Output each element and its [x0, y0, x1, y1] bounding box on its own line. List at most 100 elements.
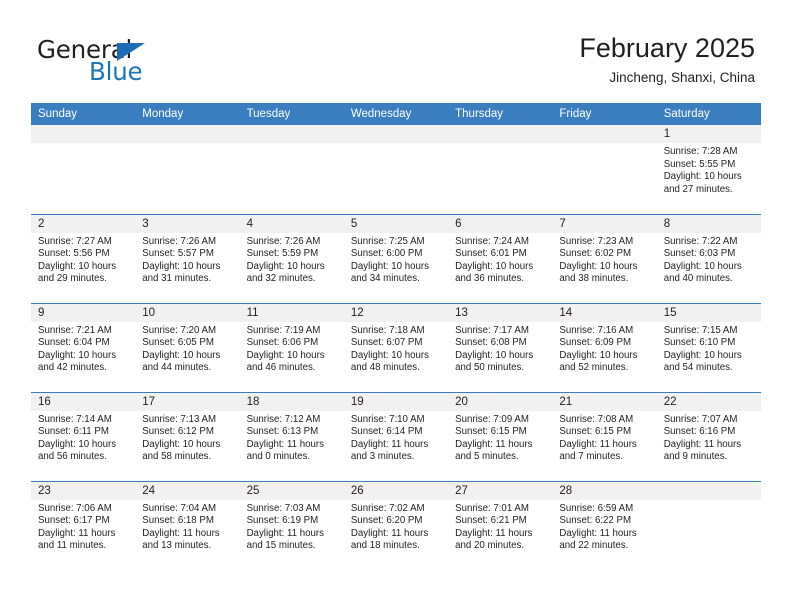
calendar-day-cell[interactable]: 19 Sunrise: 7:10 AM Sunset: 6:14 PM Dayligh…	[343, 391, 449, 481]
day-number: 9	[31, 303, 136, 322]
day-cell-inner: 18 Sunrise: 7:12 AM Sunset: 6:13 PM Dayligh…	[239, 392, 344, 481]
calendar-day-cell[interactable]: 5 Sunrise: 7:25 AM Sunset: 6:00 PM Daylight…	[343, 213, 449, 303]
daylight-duration: Daylight: 11 hours and 15 minutes.	[246, 527, 324, 552]
calendar-day-cell[interactable]: 22 Sunrise: 7:07 AM Sunset: 6:16 PM Dayligh…	[656, 391, 761, 481]
day-number: 10	[135, 303, 240, 322]
sunrise-time: Sunrise: 7:13 AM	[142, 413, 217, 425]
day-sun-info: Sunrise: 7:27 AM Sunset: 5:56 PM Daylight:…	[31, 233, 135, 286]
calendar-week-row: 9 Sunrise: 7:21 AM Sunset: 6:04 PM Daylight…	[31, 302, 761, 392]
day-number: 2	[31, 214, 136, 233]
calendar-day-cell[interactable]: 28 Sunrise: 6:59 AM Sunset: 6:22 PM Dayligh…	[552, 480, 657, 570]
day-cell-inner: 20 Sunrise: 7:09 AM Sunset: 6:15 PM Dayligh…	[448, 392, 553, 481]
calendar-day-cell[interactable]: 20 Sunrise: 7:09 AM Sunset: 6:15 PM Dayligh…	[448, 391, 553, 481]
calendar-day-cell[interactable]: 18 Sunrise: 7:12 AM Sunset: 6:13 PM Dayligh…	[239, 391, 344, 481]
day-sun-info: Sunrise: 7:28 AM Sunset: 5:55 PM Daylight:…	[657, 143, 761, 196]
calendar-day-cell[interactable]: 8 Sunrise: 7:22 AM Sunset: 6:03 PM Daylight…	[656, 213, 761, 303]
calendar-day-cell[interactable]: 13 Sunrise: 7:17 AM Sunset: 6:08 PM Dayligh…	[448, 302, 553, 392]
day-sun-info: Sunrise: 6:59 AM Sunset: 6:22 PM Daylight:…	[552, 500, 656, 553]
calendar-day-cell[interactable]: 15 Sunrise: 7:15 AM Sunset: 6:10 PM Dayligh…	[656, 302, 761, 392]
calendar-day-cell[interactable]: 14 Sunrise: 7:16 AM Sunset: 6:09 PM Dayligh…	[552, 302, 657, 392]
sunrise-time: Sunrise: 7:16 AM	[559, 324, 634, 336]
calendar-day-cell-empty	[448, 125, 553, 214]
calendar-day-cell[interactable]: 24 Sunrise: 7:04 AM Sunset: 6:18 PM Dayligh…	[135, 480, 240, 571]
daylight-duration: Daylight: 10 hours and 36 minutes.	[455, 260, 534, 285]
daylight-duration: Daylight: 10 hours and 52 minutes.	[559, 349, 638, 374]
day-cell-inner: 15 Sunrise: 7:15 AM Sunset: 6:10 PM Dayligh…	[656, 303, 761, 392]
daylight-duration: Daylight: 10 hours and 31 minutes.	[142, 260, 221, 285]
sunset-time: Sunset: 6:20 PM	[350, 515, 423, 527]
day-number: 17	[135, 392, 240, 411]
day-sun-info: Sunrise: 7:10 AM Sunset: 6:14 PM Daylight:…	[344, 411, 448, 464]
calendar-day-cell[interactable]: 25 Sunrise: 7:03 AM Sunset: 6:19 PM Dayligh…	[239, 480, 344, 571]
day-cell-inner	[448, 125, 553, 214]
calendar-day-cell[interactable]: 9 Sunrise: 7:21 AM Sunset: 6:04 PM Daylight…	[31, 302, 136, 392]
sunrise-time: Sunrise: 7:26 AM	[142, 235, 217, 247]
calendar-day-cell[interactable]: 7 Sunrise: 7:23 AM Sunset: 6:02 PM Daylight…	[552, 213, 657, 303]
day-cell-inner	[552, 125, 657, 214]
day-cell-inner: 24 Sunrise: 7:04 AM Sunset: 6:18 PM Dayligh…	[135, 481, 240, 571]
calendar-day-cell-empty	[135, 125, 240, 214]
day-sun-info: Sunrise: 7:14 AM Sunset: 6:11 PM Daylight:…	[31, 411, 135, 464]
calendar-day-cell[interactable]: 6 Sunrise: 7:24 AM Sunset: 6:01 PM Daylight…	[448, 213, 553, 303]
calendar-day-cell[interactable]: 21 Sunrise: 7:08 AM Sunset: 6:15 PM Dayligh…	[552, 391, 657, 481]
calendar-week-row: 16 Sunrise: 7:14 AM Sunset: 6:11 PM Dayligh…	[31, 391, 761, 481]
day-sun-info: Sunrise: 7:20 AM Sunset: 6:05 PM Daylight:…	[135, 322, 239, 375]
calendar-day-cell[interactable]: 23 Sunrise: 7:06 AM Sunset: 6:17 PM Dayligh…	[31, 480, 136, 570]
daylight-duration: Daylight: 11 hours and 20 minutes.	[455, 527, 533, 552]
day-cell-inner: 3 Sunrise: 7:26 AM Sunset: 5:57 PM Daylight…	[135, 214, 240, 303]
weekday-header-friday: Friday	[552, 103, 657, 125]
weekday-header-sunday: Sunday	[31, 103, 136, 125]
sunrise-time: Sunrise: 7:15 AM	[663, 324, 738, 336]
calendar-day-cell[interactable]: 12 Sunrise: 7:18 AM Sunset: 6:07 PM Dayligh…	[343, 302, 449, 392]
sunrise-time: Sunrise: 7:18 AM	[350, 324, 425, 336]
calendar-day-cell[interactable]: 3 Sunrise: 7:26 AM Sunset: 5:57 PM Daylight…	[135, 213, 240, 303]
day-cell-inner: 27 Sunrise: 7:01 AM Sunset: 6:21 PM Dayligh…	[448, 481, 553, 571]
calendar-day-cell[interactable]: 11 Sunrise: 7:19 AM Sunset: 6:06 PM Dayligh…	[239, 302, 344, 392]
day-sun-info: Sunrise: 7:06 AM Sunset: 6:17 PM Daylight:…	[31, 500, 135, 553]
calendar-week-row: 1 Sunrise: 7:28 AM Sunset: 5:55 PM Daylight…	[31, 125, 761, 214]
daylight-duration: Daylight: 10 hours and 54 minutes.	[663, 349, 742, 374]
sunset-time: Sunset: 6:14 PM	[350, 426, 423, 438]
day-sun-info: Sunrise: 7:26 AM Sunset: 5:59 PM Daylight:…	[240, 233, 344, 286]
calendar-day-cell[interactable]: 17 Sunrise: 7:13 AM Sunset: 6:12 PM Dayligh…	[135, 391, 240, 481]
day-sun-info: Sunrise: 7:12 AM Sunset: 6:13 PM Daylight:…	[240, 411, 344, 464]
calendar-day-cell[interactable]: 2 Sunrise: 7:27 AM Sunset: 5:56 PM Daylight…	[31, 213, 136, 303]
day-cell-inner: 14 Sunrise: 7:16 AM Sunset: 6:09 PM Dayligh…	[552, 303, 657, 392]
day-number: 11	[239, 303, 344, 322]
daylight-duration: Daylight: 11 hours and 11 minutes.	[38, 527, 116, 552]
calendar-day-cell[interactable]: 26 Sunrise: 7:02 AM Sunset: 6:20 PM Dayligh…	[343, 480, 449, 570]
sunset-time: Sunset: 6:18 PM	[142, 515, 214, 527]
day-sun-info: Sunrise: 7:16 AM Sunset: 6:09 PM Daylight:…	[552, 322, 656, 375]
daylight-duration: Daylight: 10 hours and 38 minutes.	[559, 260, 638, 285]
sunrise-time: Sunrise: 7:26 AM	[246, 235, 321, 247]
calendar-day-cell[interactable]: 16 Sunrise: 7:14 AM Sunset: 6:11 PM Dayligh…	[31, 391, 136, 481]
daylight-duration: Daylight: 11 hours and 9 minutes.	[663, 438, 742, 463]
day-number: 4	[239, 214, 344, 233]
sunset-time: Sunset: 6:05 PM	[142, 337, 214, 349]
calendar-day-cell[interactable]: 1 Sunrise: 7:28 AM Sunset: 5:55 PM Daylight…	[656, 125, 761, 214]
day-number: 15	[656, 303, 761, 322]
calendar-week-row: 23 Sunrise: 7:06 AM Sunset: 6:17 PM Dayligh…	[31, 480, 761, 571]
weekday-header-monday: Monday	[135, 103, 240, 125]
page-title: February 2025	[579, 33, 755, 63]
daylight-duration: Daylight: 11 hours and 7 minutes.	[559, 438, 637, 463]
day-cell-inner: 11 Sunrise: 7:19 AM Sunset: 6:06 PM Dayligh…	[239, 303, 344, 392]
sunset-time: Sunset: 6:06 PM	[246, 337, 319, 349]
calendar-day-cell[interactable]: 27 Sunrise: 7:01 AM Sunset: 6:21 PM Dayligh…	[448, 480, 553, 571]
day-number	[552, 125, 657, 143]
calendar-day-cell-empty	[31, 125, 136, 214]
day-cell-inner: 25 Sunrise: 7:03 AM Sunset: 6:19 PM Dayligh…	[239, 481, 344, 571]
sunset-time: Sunset: 6:03 PM	[663, 248, 736, 260]
sunrise-time: Sunrise: 7:22 AM	[663, 235, 738, 247]
daylight-duration: Daylight: 10 hours and 56 minutes.	[38, 438, 117, 463]
calendar-page: General Blue February 2025 Jincheng, Sha…	[0, 0, 792, 612]
calendar-day-cell[interactable]: 10 Sunrise: 7:20 AM Sunset: 6:05 PM Dayligh…	[135, 302, 240, 392]
daylight-duration: Daylight: 10 hours and 58 minutes.	[142, 438, 221, 463]
day-cell-inner: 2 Sunrise: 7:27 AM Sunset: 5:56 PM Daylight…	[31, 214, 136, 303]
calendar-day-cell[interactable]: 4 Sunrise: 7:26 AM Sunset: 5:59 PM Daylight…	[239, 213, 344, 303]
day-cell-inner	[239, 125, 344, 214]
location-subtitle: Jincheng, Shanxi, China	[609, 69, 755, 85]
calendar-body: 1 Sunrise: 7:28 AM Sunset: 5:55 PM Daylight…	[31, 125, 761, 570]
day-number: 21	[552, 392, 657, 411]
sunset-time: Sunset: 5:56 PM	[38, 248, 110, 260]
